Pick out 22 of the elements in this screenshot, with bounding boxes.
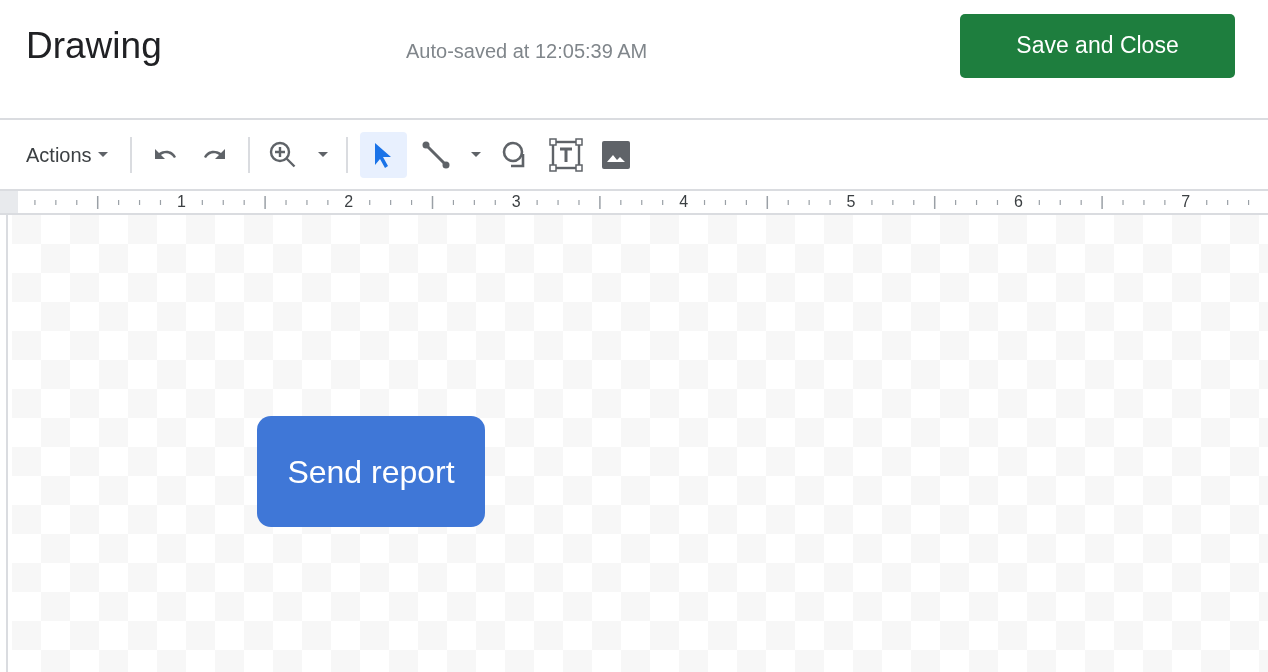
actions-menu[interactable]: Actions (26, 139, 118, 170)
zoom-in-icon (267, 139, 298, 170)
text-box-icon (548, 137, 583, 172)
line-icon (421, 140, 450, 169)
ruler-number: 2 (343, 192, 355, 212)
ruler-number: 7 (1180, 192, 1192, 212)
autosave-status: Auto-saved at 12:05:39 AM (406, 39, 648, 64)
drawing-canvas[interactable]: Send report (12, 215, 1268, 672)
ruler-number: 6 (1012, 192, 1024, 212)
image-icon (600, 139, 631, 170)
save-and-close-button[interactable]: Save and Close (960, 13, 1235, 78)
ruler-number: 3 (510, 192, 522, 212)
ruler-number: 5 (845, 192, 857, 212)
caret-icon[interactable] (317, 152, 328, 157)
caret-icon[interactable] (97, 152, 108, 157)
rounded-rectangle-shape[interactable]: Send report (257, 416, 485, 527)
window-title: Drawing (26, 24, 163, 69)
select-tool-button[interactable] (359, 131, 407, 178)
ruler-number: 4 (678, 192, 690, 212)
ruler-corner (0, 191, 18, 213)
ruler-number: 1 (175, 192, 187, 212)
caret-icon[interactable] (470, 152, 481, 157)
